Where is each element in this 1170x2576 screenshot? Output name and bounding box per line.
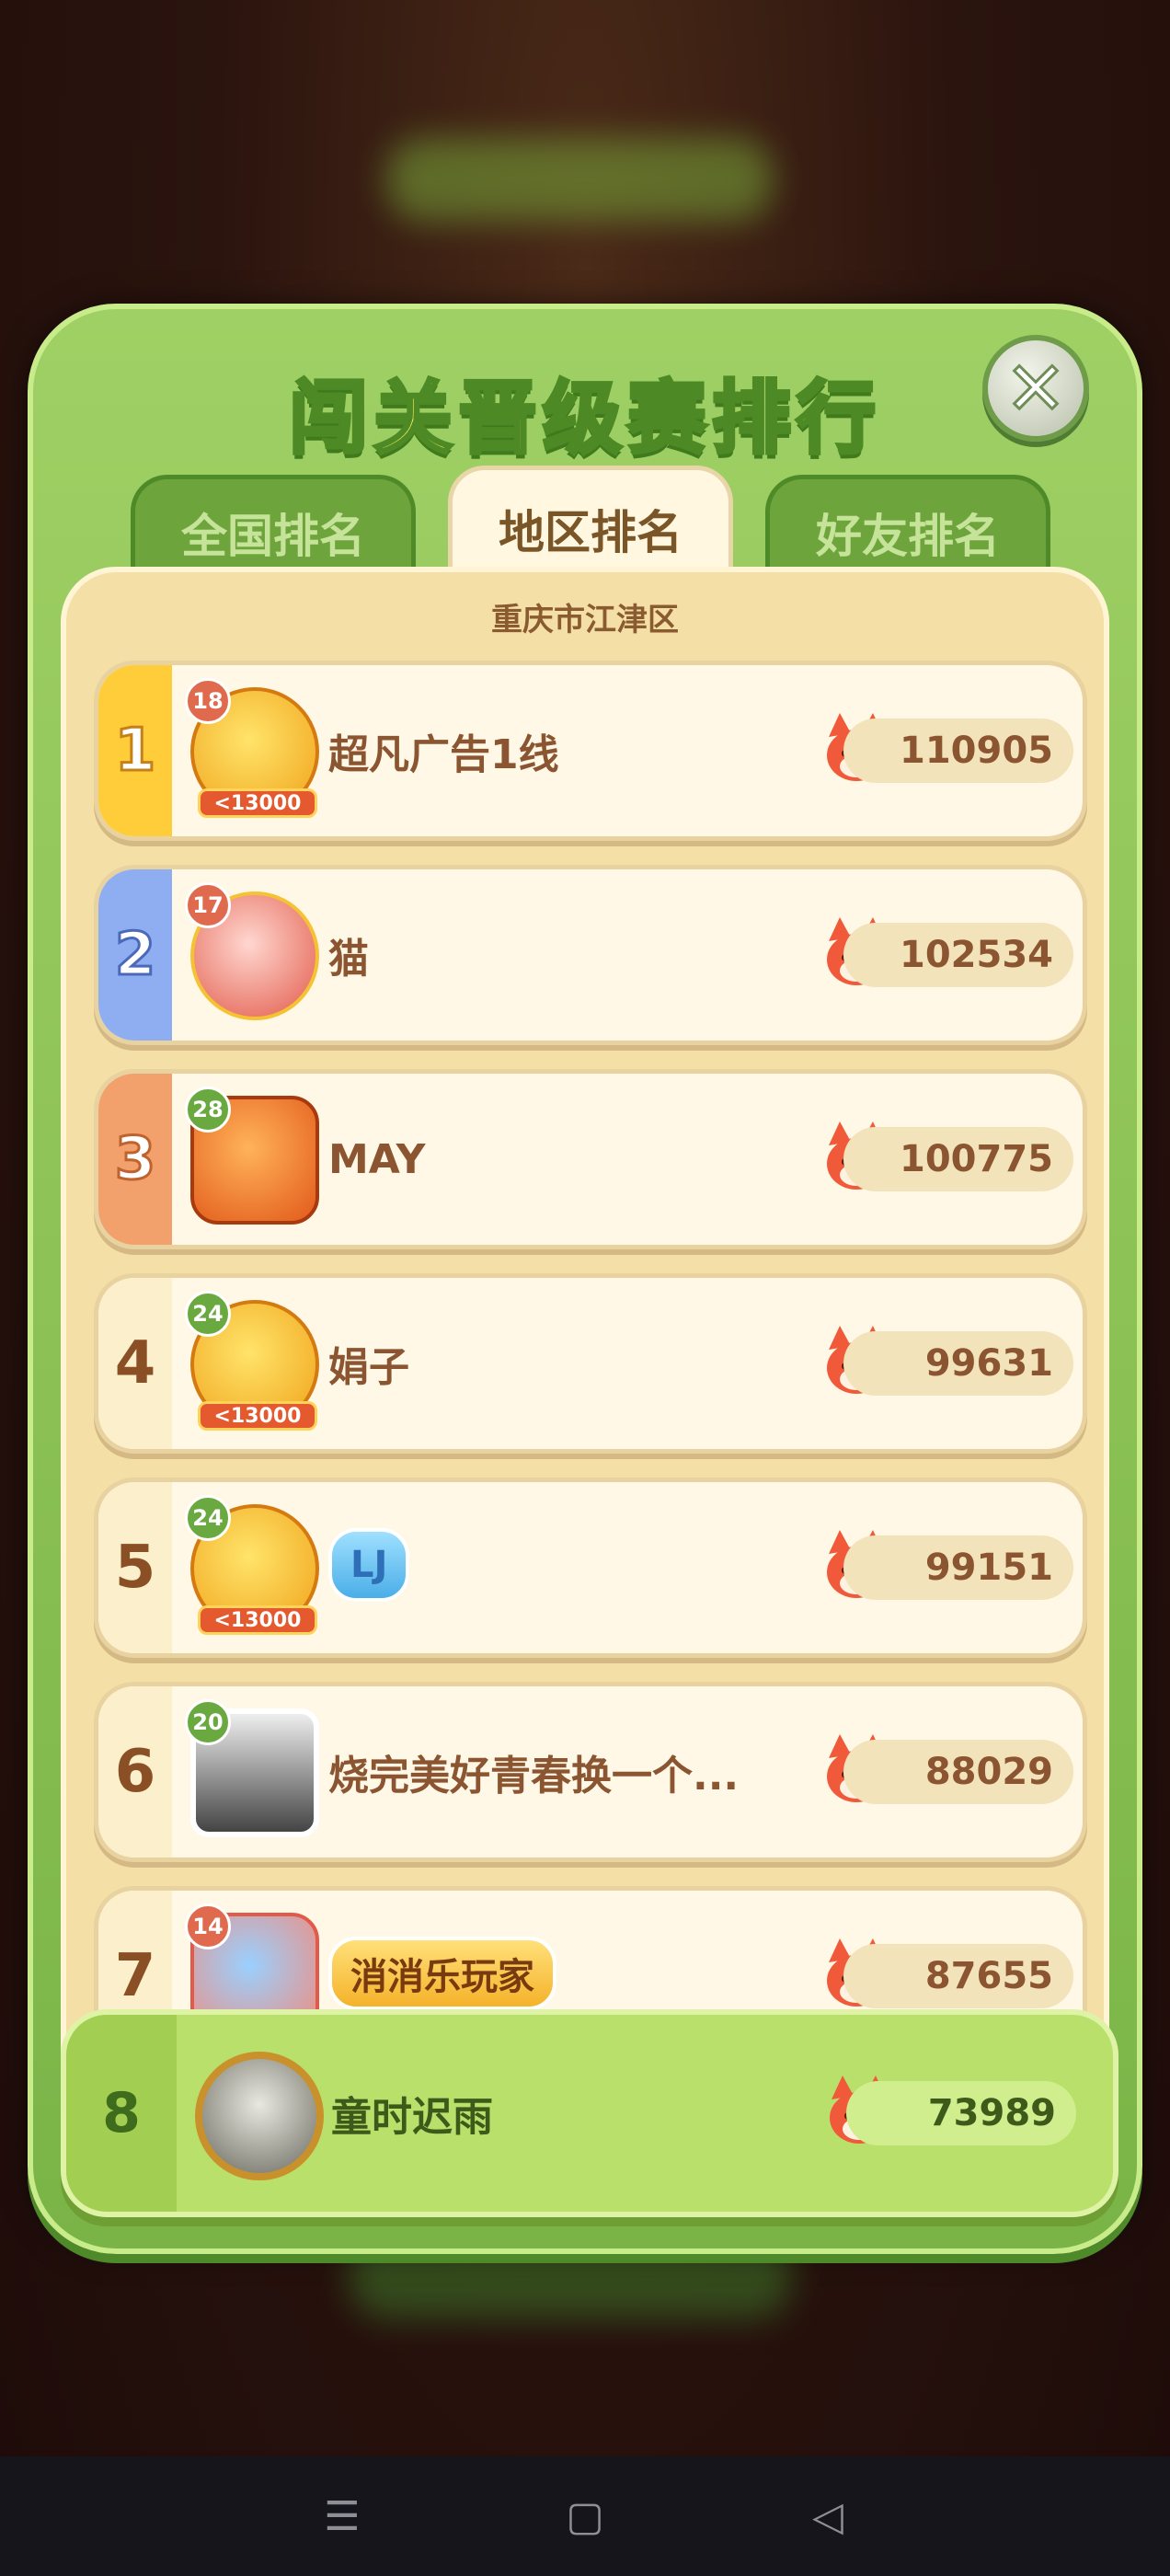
score-banner: <13000 (198, 1605, 317, 1635)
rank-number: 3 (98, 1074, 172, 1245)
player-name: 娟子 (328, 1344, 409, 1391)
avatar[interactable]: 24 <13000 (181, 1495, 328, 1642)
player-score: 87655 (843, 1944, 1073, 2008)
level-badge: 18 (185, 678, 231, 724)
my-rank-number: 8 (66, 2015, 177, 2212)
player-score: 102534 (843, 923, 1073, 987)
rank-number: 5 (98, 1482, 172, 1653)
close-icon: ✕ (1004, 344, 1068, 432)
system-nav-bar: ☰ ▢ ◁ (0, 2456, 1170, 2576)
ranking-row[interactable]: 5 24 <13000 LJ 99151 (94, 1478, 1087, 1658)
player-name: 烧完美好青春换一个... (328, 1753, 740, 1800)
ranking-row[interactable]: 2 17 猫 102534 (94, 865, 1087, 1045)
level-badge: 20 (185, 1699, 231, 1745)
ranking-panel: 闯关晋级赛排行 ✕ 全国排名 地区排名 好友排名 重庆市江津区 1 18 <13… (28, 304, 1142, 2254)
ranking-row[interactable]: 3 28 MAY 100775 (94, 1069, 1087, 1249)
avatar[interactable]: 17 (181, 882, 328, 1029)
ranking-row[interactable]: 6 20 烧完美好青春换一个... 88029 (94, 1682, 1087, 1862)
rank-number: 6 (98, 1686, 172, 1857)
level-badge: 24 (185, 1291, 231, 1337)
player-name: 消消乐玩家 (328, 1937, 556, 2010)
level-badge: 24 (185, 1495, 231, 1541)
level-badge: 14 (185, 1903, 231, 1949)
avatar[interactable]: 20 (181, 1699, 328, 1846)
rank-number: 1 (98, 665, 172, 836)
player-score: 99151 (843, 1535, 1073, 1600)
player-score: 99631 (843, 1331, 1073, 1396)
player-score: 110905 (843, 719, 1073, 783)
level-badge: 28 (185, 1087, 231, 1133)
player-name: MAY (328, 1135, 426, 1183)
panel-title: 闯关晋级赛排行 (287, 371, 881, 466)
region-label: 重庆市江津区 (491, 602, 679, 638)
level-badge: 17 (185, 882, 231, 928)
player-score: 88029 (843, 1740, 1073, 1804)
my-avatar[interactable] (186, 2042, 333, 2190)
my-score: 73989 (846, 2081, 1076, 2145)
back-icon[interactable]: ◁ (786, 2475, 869, 2558)
menu-icon[interactable]: ☰ (301, 2475, 384, 2558)
avatar[interactable]: 28 (181, 1087, 328, 1234)
avatar[interactable]: 18 <13000 (181, 678, 328, 825)
score-banner: <13000 (198, 1401, 317, 1431)
home-icon[interactable]: ▢ (544, 2475, 626, 2558)
ranking-row[interactable]: 4 24 <13000 娟子 99631 (94, 1273, 1087, 1454)
my-rank-row[interactable]: 8 童时迟雨 73989 (61, 2009, 1118, 2217)
score-banner: <13000 (198, 788, 317, 818)
close-button[interactable]: ✕ (982, 335, 1089, 442)
rank-number: 4 (98, 1278, 172, 1449)
player-score: 100775 (843, 1127, 1073, 1191)
blurred-header-title (386, 138, 773, 221)
player-name: 超凡广告1线 (328, 731, 559, 778)
my-name: 童时迟雨 (331, 2094, 493, 2141)
player-name: LJ (328, 1528, 410, 1602)
ranking-row[interactable]: 1 18 <13000 超凡广告1线 110905 (94, 661, 1087, 841)
rank-number: 2 (98, 869, 172, 1041)
player-name: 猫 (328, 936, 369, 983)
avatar[interactable]: 24 <13000 (181, 1291, 328, 1438)
ranking-list[interactable]: 1 18 <13000 超凡广告1线 110905 2 17 猫 102534 … (94, 661, 1087, 2133)
ranking-content: 重庆市江津区 1 18 <13000 超凡广告1线 110905 2 17 猫 … (61, 567, 1109, 2223)
